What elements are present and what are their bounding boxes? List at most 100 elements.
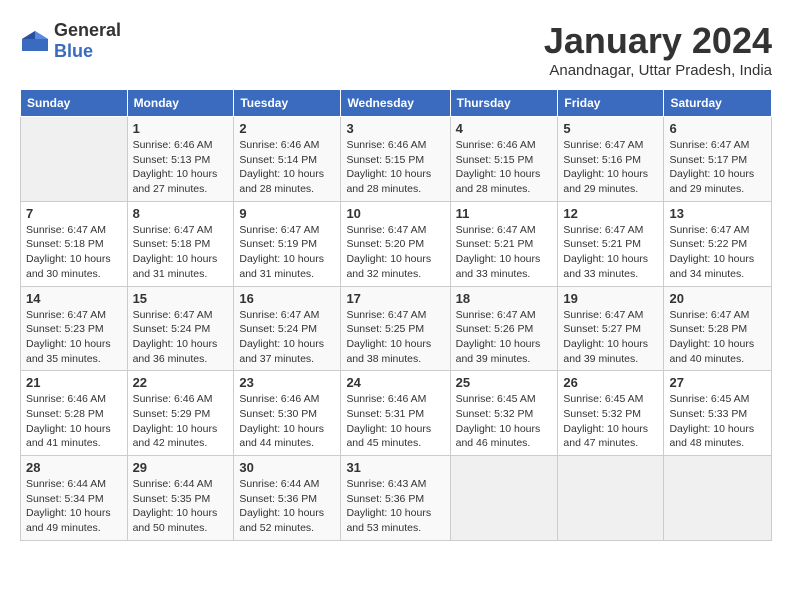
day-number: 10	[346, 206, 444, 221]
day-info: Sunrise: 6:44 AM Sunset: 5:36 PM Dayligh…	[239, 477, 335, 536]
header-day-sunday: Sunday	[21, 90, 128, 117]
logo-text: General Blue	[54, 20, 121, 62]
day-info: Sunrise: 6:47 AM Sunset: 5:21 PM Dayligh…	[456, 223, 553, 282]
header-day-wednesday: Wednesday	[341, 90, 450, 117]
day-number: 7	[26, 206, 122, 221]
header: General Blue January 2024 Anandnagar, Ut…	[20, 20, 772, 79]
calendar-week-3: 14Sunrise: 6:47 AM Sunset: 5:23 PM Dayli…	[21, 286, 772, 371]
day-number: 2	[239, 121, 335, 136]
day-number: 5	[563, 121, 658, 136]
day-number: 15	[133, 291, 229, 306]
calendar-cell: 19 Sunrise: 6:47 AM Sunset: 5:27 PM Dayli…	[558, 286, 664, 371]
logo: General Blue	[20, 20, 121, 62]
day-number: 20	[669, 291, 766, 306]
day-info: Sunrise: 6:47 AM Sunset: 5:21 PM Dayligh…	[563, 223, 658, 282]
day-number: 30	[239, 460, 335, 475]
calendar-cell: 16 Sunrise: 6:47 AM Sunset: 5:24 PM Dayli…	[234, 286, 341, 371]
calendar-cell: 14Sunrise: 6:47 AM Sunset: 5:23 PM Dayli…	[21, 286, 128, 371]
calendar-cell: 24Sunrise: 6:46 AM Sunset: 5:31 PM Dayli…	[341, 371, 450, 456]
day-number: 12	[563, 206, 658, 221]
day-info: Sunrise: 6:47 AM Sunset: 5:18 PM Dayligh…	[26, 223, 122, 282]
day-number: 3	[346, 121, 444, 136]
day-info: Sunrise: 6:46 AM Sunset: 5:31 PM Dayligh…	[346, 392, 444, 451]
day-number: 17	[346, 291, 444, 306]
day-number: 19	[563, 291, 658, 306]
day-info: Sunrise: 6:47 AM Sunset: 5:28 PM Dayligh…	[669, 308, 766, 367]
day-number: 26	[563, 375, 658, 390]
calendar-cell: 4 Sunrise: 6:46 AM Sunset: 5:15 PM Daylig…	[450, 117, 558, 202]
calendar-week-1: 1Sunrise: 6:46 AM Sunset: 5:13 PM Daylig…	[21, 117, 772, 202]
calendar-week-2: 7 Sunrise: 6:47 AM Sunset: 5:18 PM Daylig…	[21, 201, 772, 286]
day-info: Sunrise: 6:47 AM Sunset: 5:25 PM Dayligh…	[346, 308, 444, 367]
generalblue-logo-icon	[20, 29, 50, 53]
calendar-cell: 9Sunrise: 6:47 AM Sunset: 5:19 PM Daylig…	[234, 201, 341, 286]
day-number: 18	[456, 291, 553, 306]
day-info: Sunrise: 6:43 AM Sunset: 5:36 PM Dayligh…	[346, 477, 444, 536]
title-section: January 2024 Anandnagar, Uttar Pradesh, …	[544, 20, 772, 79]
calendar-cell: 20 Sunrise: 6:47 AM Sunset: 5:28 PM Dayli…	[664, 286, 772, 371]
calendar-cell: 22 Sunrise: 6:46 AM Sunset: 5:29 PM Dayli…	[127, 371, 234, 456]
day-info: Sunrise: 6:47 AM Sunset: 5:20 PM Dayligh…	[346, 223, 444, 282]
calendar-cell: 18 Sunrise: 6:47 AM Sunset: 5:26 PM Dayli…	[450, 286, 558, 371]
calendar-cell: 8 Sunrise: 6:47 AM Sunset: 5:18 PM Daylig…	[127, 201, 234, 286]
day-number: 31	[346, 460, 444, 475]
calendar-cell: 31 Sunrise: 6:43 AM Sunset: 5:36 PM Dayli…	[341, 456, 450, 541]
day-info: Sunrise: 6:46 AM Sunset: 5:30 PM Dayligh…	[239, 392, 335, 451]
logo-general: General	[54, 20, 121, 40]
day-info: Sunrise: 6:47 AM Sunset: 5:18 PM Dayligh…	[133, 223, 229, 282]
day-info: Sunrise: 6:46 AM Sunset: 5:15 PM Dayligh…	[456, 138, 553, 197]
calendar-cell: 1Sunrise: 6:46 AM Sunset: 5:13 PM Daylig…	[127, 117, 234, 202]
calendar-cell: 12 Sunrise: 6:47 AM Sunset: 5:21 PM Dayli…	[558, 201, 664, 286]
day-number: 4	[456, 121, 553, 136]
header-day-monday: Monday	[127, 90, 234, 117]
day-number: 25	[456, 375, 553, 390]
calendar-cell: 6Sunrise: 6:47 AM Sunset: 5:17 PM Daylig…	[664, 117, 772, 202]
day-info: Sunrise: 6:47 AM Sunset: 5:22 PM Dayligh…	[669, 223, 766, 282]
day-number: 13	[669, 206, 766, 221]
header-day-friday: Friday	[558, 90, 664, 117]
header-day-saturday: Saturday	[664, 90, 772, 117]
calendar-cell: 30 Sunrise: 6:44 AM Sunset: 5:36 PM Dayli…	[234, 456, 341, 541]
day-info: Sunrise: 6:45 AM Sunset: 5:32 PM Dayligh…	[563, 392, 658, 451]
location-subtitle: Anandnagar, Uttar Pradesh, India	[544, 62, 772, 79]
day-info: Sunrise: 6:45 AM Sunset: 5:33 PM Dayligh…	[669, 392, 766, 451]
day-number: 16	[239, 291, 335, 306]
day-number: 8	[133, 206, 229, 221]
day-info: Sunrise: 6:47 AM Sunset: 5:27 PM Dayligh…	[563, 308, 658, 367]
header-day-thursday: Thursday	[450, 90, 558, 117]
calendar-cell: 28Sunrise: 6:44 AM Sunset: 5:34 PM Dayli…	[21, 456, 128, 541]
calendar-cell: 21Sunrise: 6:46 AM Sunset: 5:28 PM Dayli…	[21, 371, 128, 456]
calendar-cell: 7 Sunrise: 6:47 AM Sunset: 5:18 PM Daylig…	[21, 201, 128, 286]
day-info: Sunrise: 6:47 AM Sunset: 5:24 PM Dayligh…	[239, 308, 335, 367]
day-info: Sunrise: 6:45 AM Sunset: 5:32 PM Dayligh…	[456, 392, 553, 451]
calendar-cell: 29Sunrise: 6:44 AM Sunset: 5:35 PM Dayli…	[127, 456, 234, 541]
header-day-tuesday: Tuesday	[234, 90, 341, 117]
calendar-cell: 25 Sunrise: 6:45 AM Sunset: 5:32 PM Dayli…	[450, 371, 558, 456]
calendar-cell: 10 Sunrise: 6:47 AM Sunset: 5:20 PM Dayli…	[341, 201, 450, 286]
calendar-table: SundayMondayTuesdayWednesdayThursdayFrid…	[20, 89, 772, 541]
day-info: Sunrise: 6:46 AM Sunset: 5:13 PM Dayligh…	[133, 138, 229, 197]
day-info: Sunrise: 6:46 AM Sunset: 5:29 PM Dayligh…	[133, 392, 229, 451]
day-number: 14	[26, 291, 122, 306]
calendar-cell: 3 Sunrise: 6:46 AM Sunset: 5:15 PM Daylig…	[341, 117, 450, 202]
calendar-cell: 13 Sunrise: 6:47 AM Sunset: 5:22 PM Dayli…	[664, 201, 772, 286]
calendar-cell: 15 Sunrise: 6:47 AM Sunset: 5:24 PM Dayli…	[127, 286, 234, 371]
day-number: 28	[26, 460, 122, 475]
day-number: 27	[669, 375, 766, 390]
calendar-cell: 11 Sunrise: 6:47 AM Sunset: 5:21 PM Dayli…	[450, 201, 558, 286]
day-number: 11	[456, 206, 553, 221]
day-info: Sunrise: 6:46 AM Sunset: 5:15 PM Dayligh…	[346, 138, 444, 197]
day-info: Sunrise: 6:47 AM Sunset: 5:24 PM Dayligh…	[133, 308, 229, 367]
day-info: Sunrise: 6:47 AM Sunset: 5:26 PM Dayligh…	[456, 308, 553, 367]
day-number: 22	[133, 375, 229, 390]
calendar-cell: 23Sunrise: 6:46 AM Sunset: 5:30 PM Dayli…	[234, 371, 341, 456]
calendar-cell	[21, 117, 128, 202]
logo-blue: Blue	[54, 41, 93, 61]
month-title: January 2024	[544, 20, 772, 62]
day-info: Sunrise: 6:46 AM Sunset: 5:14 PM Dayligh…	[239, 138, 335, 197]
day-info: Sunrise: 6:44 AM Sunset: 5:35 PM Dayligh…	[133, 477, 229, 536]
day-info: Sunrise: 6:47 AM Sunset: 5:17 PM Dayligh…	[669, 138, 766, 197]
calendar-header-row: SundayMondayTuesdayWednesdayThursdayFrid…	[21, 90, 772, 117]
day-number: 21	[26, 375, 122, 390]
calendar-week-5: 28Sunrise: 6:44 AM Sunset: 5:34 PM Dayli…	[21, 456, 772, 541]
